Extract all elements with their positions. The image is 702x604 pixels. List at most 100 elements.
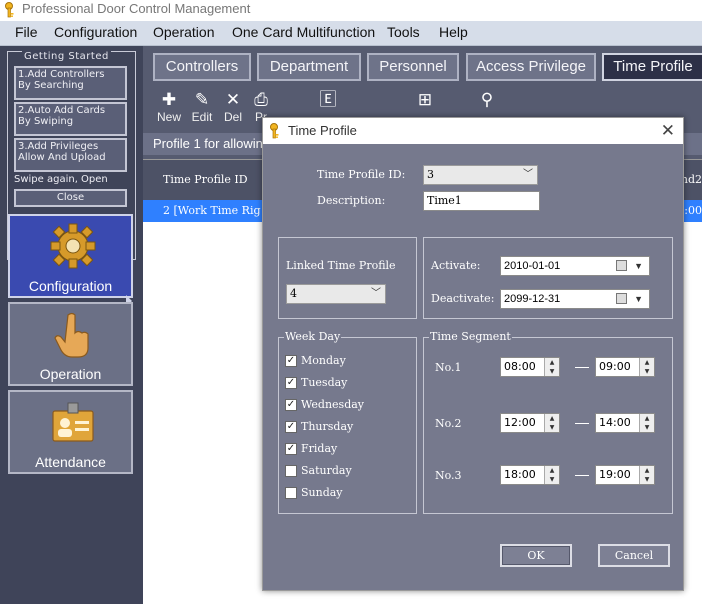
activate-date-picker[interactable]: 2010-01-01 ▼ [500, 256, 650, 276]
nav-operation[interactable]: Operation [8, 302, 133, 386]
linked-time-profile-group: Linked Time Profile 4 ﹀ [278, 237, 417, 319]
delete-button[interactable]: ✕ Del [221, 90, 245, 124]
segment-1-start-value: 08:00 [504, 360, 536, 373]
add-controllers-line2: By Searching [18, 80, 84, 91]
close-button[interactable]: Close [14, 189, 127, 207]
menu-one-card-multifunction[interactable]: One Card Multifunction [232, 24, 375, 40]
wednesday-checkbox[interactable]: ✓ [285, 399, 297, 411]
cancel-button[interactable]: Cancel [598, 544, 670, 567]
search-icon: ⚲ [480, 90, 494, 109]
range-dash [575, 367, 589, 368]
holiday-button[interactable]: ⊞ [413, 90, 437, 110]
dropdown-arrow-icon: ▼ [634, 261, 643, 271]
description-input[interactable]: Time1 [423, 191, 540, 211]
menu-file[interactable]: File [15, 24, 38, 40]
nav-configuration[interactable]: Configuration [8, 214, 133, 298]
hand-pointer-icon [54, 312, 89, 358]
time-profile-id-value: 3 [427, 168, 434, 181]
segment-2-end-value: 14:00 [599, 416, 631, 429]
segment-3-start-stepper[interactable]: 18:00 ▲ ▼ [500, 465, 560, 485]
col-time-profile-id[interactable]: Time Profile ID [163, 173, 248, 186]
add-privileges-line2: Allow And Upload [18, 152, 106, 163]
range-dash [575, 475, 589, 476]
export-button[interactable]: 🄴 [308, 90, 348, 110]
segment-3-start-value: 18:00 [504, 468, 536, 481]
sunday-checkbox[interactable] [285, 487, 297, 499]
nav-operation-label: Operation [39, 366, 102, 382]
edit-button[interactable]: ✎ Edit [189, 90, 215, 124]
auto-add-cards-line2: By Swiping [18, 116, 74, 127]
description-label: Description: [317, 194, 386, 207]
nav-configuration-label: Configuration [28, 278, 113, 294]
segment-1-label: No.1 [435, 361, 462, 374]
segment-3-end-stepper[interactable]: 19:00 ▲ ▼ [595, 465, 655, 485]
add-controllers-button[interactable]: 1.Add Controllers By Searching [14, 66, 127, 100]
friday-checkbox[interactable]: ✓ [285, 443, 297, 455]
time-profile-id-label: Time Profile ID: [317, 168, 406, 181]
add-privileges-button[interactable]: 3.Add Privileges Allow And Upload [14, 138, 127, 172]
spin-arrows-icon[interactable]: ▲ ▼ [544, 358, 559, 376]
week-day-group: Week Day ✓ Monday ✓ Tuesday ✓ Wednesday … [278, 330, 417, 514]
pencil-icon: ✎ [194, 90, 210, 109]
app-title: Professional Door Control Management [22, 1, 251, 16]
calendar-icon [616, 260, 627, 271]
new-button[interactable]: ✚ New [155, 90, 183, 124]
calendar-icon: ⊞ [417, 90, 433, 109]
nav-attendance[interactable]: Attendance [8, 390, 133, 474]
dialog-title-bar: Time Profile ✕ [263, 118, 683, 144]
deactivate-date-picker[interactable]: 2099-12-31 ▼ [500, 289, 650, 309]
segment-2-start-stepper[interactable]: 12:00 ▲ ▼ [500, 413, 560, 433]
ok-button[interactable]: OK [500, 544, 572, 567]
tab-time-profile[interactable]: Time Profile [602, 53, 702, 81]
printer-icon: ⎙ [254, 90, 268, 109]
monday-checkbox[interactable]: ✓ [285, 355, 297, 367]
segment-3-label: No.3 [435, 469, 462, 482]
time-profile-dialog: Time Profile ✕ Time Profile ID: 3 ﹀ Desc… [262, 117, 684, 591]
segment-1-end-stepper[interactable]: 09:00 ▲ ▼ [595, 357, 655, 377]
menu-operation[interactable]: Operation [153, 24, 214, 40]
add-privileges-line1: 3.Add Privileges [18, 141, 99, 152]
tab-controllers[interactable]: Controllers [153, 53, 251, 81]
row-profile-cell: 2 [Work Time Rig [163, 204, 261, 217]
activate-label: Activate: [431, 259, 481, 272]
tab-department[interactable]: Department [257, 53, 361, 81]
auto-add-cards-line1: 2.Auto Add Cards [18, 105, 106, 116]
menu-tools[interactable]: Tools [387, 24, 420, 40]
activate-group: Activate: 2010-01-01 ▼ Deactivate: 2099-… [423, 237, 673, 319]
activate-date-value: 2010-01-01 [504, 260, 561, 272]
find-button[interactable]: ⚲ [475, 90, 499, 110]
id-card-icon [52, 402, 94, 442]
swipe-again-text: Swipe again, Open [14, 174, 108, 185]
chevron-down-icon: ﹀ [523, 169, 533, 180]
spin-arrows-icon[interactable]: ▲ ▼ [639, 358, 654, 376]
saturday-checkbox[interactable] [285, 465, 297, 477]
key-app-icon [5, 2, 14, 18]
range-dash [575, 423, 589, 424]
thursday-checkbox[interactable]: ✓ [285, 421, 297, 433]
spin-arrows-icon[interactable]: ▲ ▼ [639, 466, 654, 484]
spin-arrows-icon[interactable]: ▲ ▼ [544, 466, 559, 484]
linked-time-profile-select[interactable]: 4 ﹀ [286, 284, 386, 304]
tab-access-privilege[interactable]: Access Privilege [466, 53, 596, 81]
tuesday-checkbox[interactable]: ✓ [285, 377, 297, 389]
menu-help[interactable]: Help [439, 24, 468, 40]
time-profile-id-select[interactable]: 3 ﹀ [423, 165, 538, 185]
delete-label: Del [223, 110, 242, 124]
week-day-legend: Week Day [284, 330, 342, 343]
spin-arrows-icon[interactable]: ▲ ▼ [639, 414, 654, 432]
menu-configuration[interactable]: Configuration [54, 24, 137, 40]
auto-add-cards-button[interactable]: 2.Auto Add Cards By Swiping [14, 102, 127, 136]
close-icon[interactable]: ✕ [661, 121, 675, 141]
friday-label: Friday [301, 442, 338, 455]
col-end2[interactable]: nd2 [681, 173, 702, 186]
add-controllers-line1: 1.Add Controllers [18, 69, 105, 80]
segment-1-start-stepper[interactable]: 08:00 ▲ ▼ [500, 357, 560, 377]
time-segment-legend: Time Segment [429, 330, 512, 343]
spin-arrows-icon[interactable]: ▲ ▼ [544, 414, 559, 432]
monday-label: Monday [301, 354, 346, 367]
tab-personnel[interactable]: Personnel [367, 53, 459, 81]
edit-label: Edit [191, 110, 213, 124]
sunday-label: Sunday [301, 486, 343, 499]
nav-attendance-label: Attendance [35, 454, 106, 470]
segment-2-end-stepper[interactable]: 14:00 ▲ ▼ [595, 413, 655, 433]
